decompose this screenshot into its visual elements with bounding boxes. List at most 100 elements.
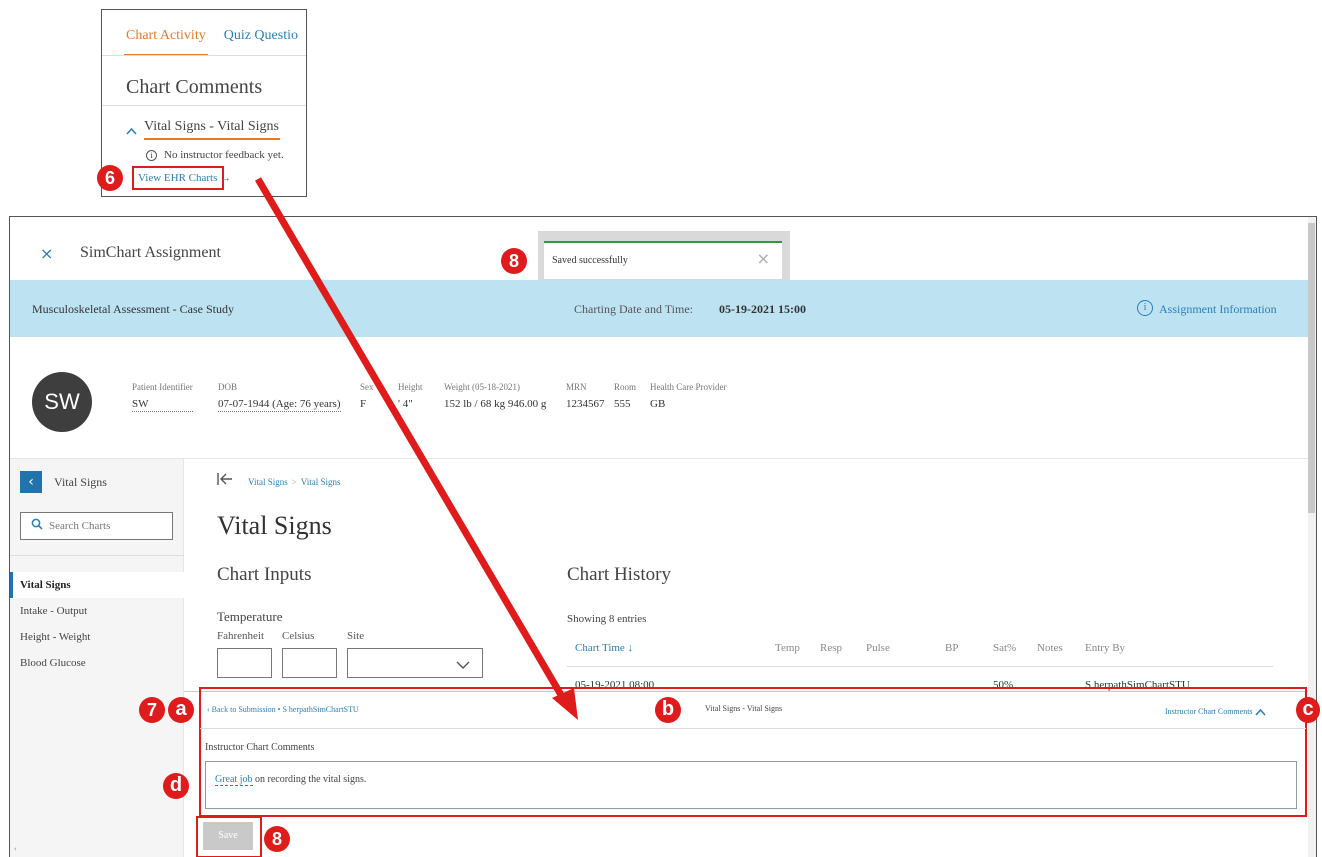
case-study-title: Musculoskeletal Assessment - Case Study xyxy=(32,302,234,316)
field-value: SW xyxy=(132,398,193,412)
search-charts-input[interactable]: Search Charts xyxy=(20,512,173,540)
column-header-resp: Resp xyxy=(820,642,842,654)
app-title: SimChart Assignment xyxy=(80,244,221,261)
view-ehr-charts-link[interactable]: View EHR Charts → xyxy=(132,166,231,190)
sidebar-item-blood-glucose[interactable]: Blood Glucose xyxy=(10,650,184,676)
collapse-sidebar-icon[interactable] xyxy=(217,473,233,489)
toast-message: Saved successfully xyxy=(552,255,628,266)
tab-chart-activity[interactable]: Chart Activity xyxy=(126,28,206,43)
toggle-label: Instructor Chart Comments xyxy=(1165,707,1253,716)
back-to-submission-link[interactable]: ‹ Back to Submission • S herpathSimChart… xyxy=(207,705,359,714)
callout-d: d xyxy=(163,773,189,799)
sidebar-item-intake-output[interactable]: Intake - Output xyxy=(10,598,184,624)
resize-corner-icon: ‹ xyxy=(14,845,17,853)
field-label: Patient Identifier xyxy=(132,382,193,392)
field-label: Health Care Provider xyxy=(650,382,727,392)
site-select[interactable] xyxy=(347,648,483,678)
callout-8-bottom: 8 xyxy=(264,826,290,852)
column-header-sat: Sat% xyxy=(993,642,1017,654)
patient-provider: Health Care Provider GB xyxy=(650,382,726,410)
comment-spell-highlight: Great job xyxy=(215,774,253,786)
section-divider xyxy=(102,105,306,106)
field-label: MRN xyxy=(566,382,587,392)
chevron-up-icon[interactable] xyxy=(126,124,137,139)
panel-divider xyxy=(200,728,1306,729)
temperature-label: Temperature xyxy=(217,609,283,624)
table-header-divider xyxy=(567,666,1273,667)
sidebar-item-vital-signs[interactable]: Vital Signs xyxy=(10,572,184,598)
breadcrumb: Vital Signs > Vital Signs xyxy=(248,477,341,487)
callout-8-top: 8 xyxy=(501,248,527,274)
column-header-notes: Notes xyxy=(1037,642,1063,654)
field-value: 07-07-1944 (Age: 76 years) xyxy=(218,398,341,412)
field-value: ' 4" xyxy=(398,398,413,410)
sidebar-title: Vital Signs xyxy=(54,475,107,489)
patient-height: Height ' 4" xyxy=(398,382,423,410)
charting-datetime-label: Charting Date and Time: xyxy=(574,302,693,316)
page-title: Vital Signs xyxy=(217,511,332,540)
callout-6: 6 xyxy=(97,165,123,191)
fahrenheit-input[interactable] xyxy=(217,648,272,678)
callout-a: a xyxy=(168,697,194,723)
panel-chart-label: Vital Signs - Vital Signs xyxy=(705,704,783,713)
assignment-banner: Musculoskeletal Assessment - Case Study … xyxy=(10,280,1308,337)
chart-sidebar: ‹ Vital Signs Search Charts Vital Signs … xyxy=(10,459,184,857)
search-placeholder: Search Charts xyxy=(49,520,111,532)
field-value: 152 lb / 68 kg 946.00 g xyxy=(444,398,547,410)
chart-inputs-title: Chart Inputs xyxy=(217,564,312,585)
column-header-chart-time[interactable]: Chart Time ↓ xyxy=(575,642,633,654)
entries-count: Showing 8 entries xyxy=(567,613,647,625)
field-value: 1234567 xyxy=(566,398,605,410)
breadcrumb-item[interactable]: Vital Signs xyxy=(301,477,341,487)
tab-quiz-questions[interactable]: Quiz Questio xyxy=(224,28,298,43)
no-feedback-text: No instructor feedback yet. xyxy=(164,149,284,161)
chart-comments-title: Chart Comments xyxy=(126,76,263,98)
site-label: Site xyxy=(347,630,365,642)
breadcrumb-item[interactable]: Vital Signs xyxy=(248,477,288,487)
toast-close-icon[interactable]: × xyxy=(757,249,770,268)
chevron-up-icon xyxy=(1254,705,1266,719)
patient-identifier: Patient Identifier SW xyxy=(132,382,193,412)
sidebar-divider xyxy=(10,555,184,556)
field-label: Weight (05-18-2021) xyxy=(444,382,521,392)
close-icon[interactable]: × xyxy=(40,244,53,263)
info-icon: i xyxy=(146,150,157,161)
patient-weight: Weight (05-18-2021) 152 lb / 68 kg 946.0… xyxy=(444,382,546,410)
instructor-comment-textarea[interactable]: Great job on recording the vital signs. xyxy=(205,761,1297,809)
patient-header: SW Patient Identifier SW DOB 07-07-1944 … xyxy=(10,337,1308,459)
assignment-information-link[interactable]: Assignment Information xyxy=(1159,302,1277,317)
column-header-entry-by: Entry By xyxy=(1085,642,1126,654)
field-value: 555 xyxy=(614,398,631,410)
fahrenheit-label: Fahrenheit xyxy=(217,630,265,642)
section-underline xyxy=(144,138,280,140)
comment-text: Great job on recording the vital signs. xyxy=(215,774,366,786)
vital-signs-section-toggle[interactable]: Vital Signs - Vital Signs xyxy=(144,119,279,135)
sidebar-item-height-weight[interactable]: Height - Weight xyxy=(10,624,184,650)
patient-room: Room 555 xyxy=(614,382,636,410)
info-icon[interactable]: i xyxy=(1137,300,1153,316)
instructor-comments-toggle[interactable]: Instructor Chart Comments xyxy=(1165,705,1266,719)
breadcrumb-separator: > xyxy=(291,477,297,487)
chart-comments-inset: Chart Activity Quiz Questio Chart Comment… xyxy=(101,9,307,197)
field-value: F xyxy=(360,398,367,410)
charting-datetime-value: 05-19-2021 15:00 xyxy=(719,302,806,316)
column-header-pulse: Pulse xyxy=(866,642,890,654)
field-value: GB xyxy=(650,398,666,410)
toast-body: Saved successfully × xyxy=(544,241,782,279)
scrollbar-thumb[interactable] xyxy=(1307,223,1315,513)
celsius-input[interactable] xyxy=(282,648,337,678)
column-header-temp: Temp xyxy=(775,642,800,654)
field-label: Sex xyxy=(360,382,374,392)
field-label: DOB xyxy=(218,382,238,392)
search-icon xyxy=(31,518,43,534)
tab-bar: Chart Activity Quiz Questio xyxy=(126,28,298,44)
callout-c: c xyxy=(1296,697,1320,723)
back-button[interactable]: ‹ xyxy=(20,471,42,493)
patient-dob: DOB 07-07-1944 (Age: 76 years) xyxy=(218,382,341,412)
chart-history-title: Chart History xyxy=(567,564,671,585)
save-button[interactable]: Save xyxy=(203,822,253,850)
tab-divider xyxy=(102,55,306,56)
field-label: Room xyxy=(614,382,637,392)
patient-sex: Sex F xyxy=(360,382,374,410)
chart-content: Vital Signs > Vital Signs Vital Signs Char… xyxy=(185,459,1308,691)
